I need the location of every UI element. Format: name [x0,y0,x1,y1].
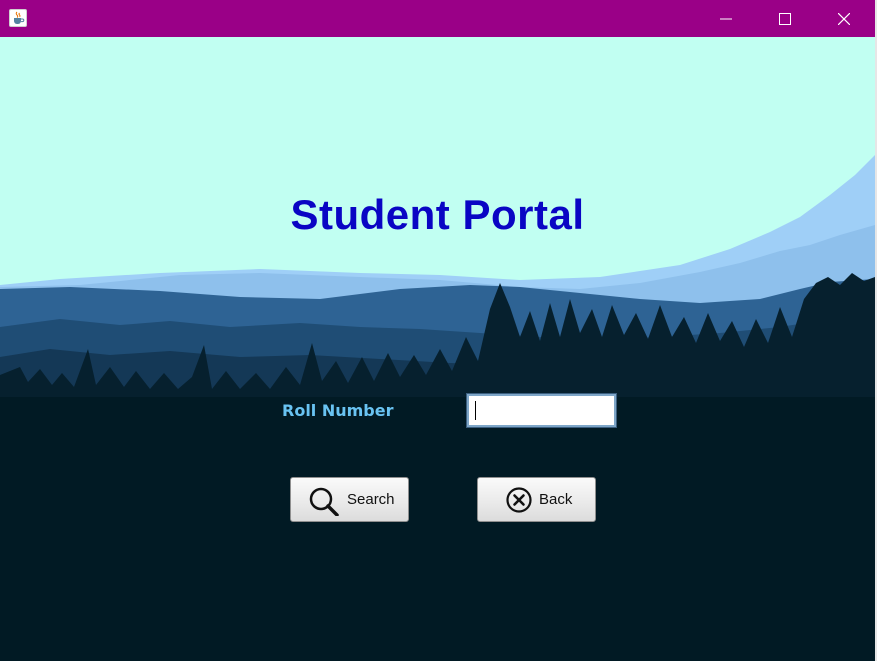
maximize-icon [779,13,791,25]
minimize-button[interactable] [697,0,755,37]
maximize-button[interactable] [756,0,814,37]
close-circle-icon [506,487,532,513]
search-icon [309,487,339,516]
landscape-background [0,37,875,661]
java-cup-icon[interactable] [9,9,27,27]
text-caret [475,401,476,420]
title-bar[interactable] [0,0,875,37]
search-button[interactable]: Search [290,477,409,522]
app-window: Student Portal Roll Number Search Back [0,0,875,661]
roll-number-input[interactable] [466,393,617,428]
content-panel: Student Portal Roll Number Search Back [0,37,875,661]
close-button[interactable] [815,0,873,37]
page-title: Student Portal [290,191,585,238]
roll-number-label: Roll Number [282,401,394,420]
back-button[interactable]: Back [477,477,596,522]
back-button-label: Back [539,491,573,508]
close-icon [838,13,850,25]
minimize-icon [720,18,732,20]
search-button-label: Search [347,491,395,508]
